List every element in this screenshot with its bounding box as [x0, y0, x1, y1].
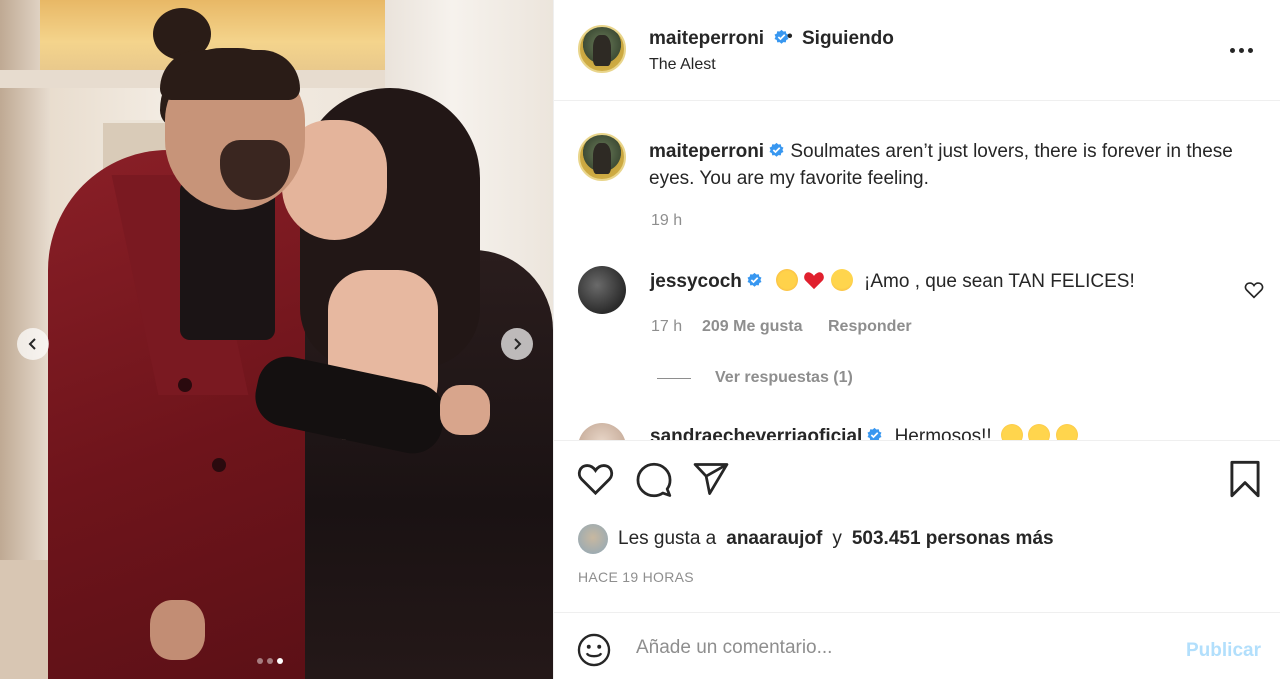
verified-badge-icon [769, 142, 784, 157]
liker-avatar[interactable] [578, 524, 608, 554]
comments-section: maiteperroni Soulmates aren’t just lover… [554, 101, 1280, 441]
comment-bubble-icon[interactable] [636, 462, 672, 498]
more-options-button[interactable] [1230, 40, 1256, 60]
carousel-dot [257, 658, 263, 664]
replies-divider [657, 378, 691, 379]
comment-input[interactable] [636, 635, 1156, 661]
username-text: maiteperroni [649, 28, 765, 49]
view-replies-button[interactable]: Ver respuestas (1) [715, 369, 853, 387]
likes-conjunction: y [832, 528, 842, 549]
next-photo-button[interactable] [501, 328, 533, 360]
like-heart-icon[interactable] [577, 462, 614, 496]
raising-hands-emoji-icon [776, 269, 799, 291]
comment-username[interactable]: jessycoch [650, 271, 742, 292]
chevron-left-icon [28, 338, 36, 350]
comment-text: Hermosos!! [894, 426, 992, 441]
red-heart-emoji-icon [804, 272, 825, 290]
avatar[interactable] [578, 25, 626, 73]
separator-dot: • [787, 28, 793, 45]
author-username[interactable]: maiteperroni [649, 28, 790, 50]
bookmark-save-icon[interactable] [1229, 460, 1261, 498]
emoji-picker-icon[interactable] [577, 633, 611, 667]
add-comment-bar: Publicar [554, 612, 1280, 679]
comment: jessycoch ¡Amo , que sean TAN FELICES! [650, 269, 1230, 295]
post-header: maiteperroni • Siguiendo The Alest [554, 0, 1280, 101]
following-button[interactable]: Siguiendo [802, 28, 894, 50]
share-send-icon[interactable] [693, 462, 729, 496]
more-dots-icon [1230, 47, 1235, 53]
reply-button[interactable]: Responder [828, 318, 912, 336]
comment-like-heart-icon[interactable] [1244, 281, 1264, 299]
carousel-indicator [257, 658, 283, 664]
liked-by-username[interactable]: anaaraujof [726, 528, 822, 550]
heart-eyes-emoji-icon [1001, 424, 1023, 440]
previous-photo-button[interactable] [17, 328, 49, 360]
caption-time[interactable]: 19 h [651, 212, 682, 230]
comment-username[interactable]: sandraecheverriaoficial [650, 426, 862, 440]
caption-avatar[interactable] [578, 133, 626, 181]
comment: sandraecheverriaoficial Hermosos!! [650, 424, 1078, 441]
action-bar [554, 441, 1280, 521]
heart-eyes-emoji-icon [1028, 424, 1051, 440]
commenter-avatar[interactable] [578, 266, 626, 314]
caption: maiteperroni Soulmates aren’t just lover… [649, 138, 1249, 192]
comment-time[interactable]: 17 h [651, 318, 682, 336]
comment-text: ¡Amo , que sean TAN FELICES! [864, 271, 1135, 292]
post-timestamp[interactable]: HACE 19 HORAS [578, 569, 694, 585]
post-sidebar: maiteperroni • Siguiendo The Alest maite… [553, 0, 1280, 679]
caption-username[interactable]: maiteperroni [649, 141, 764, 162]
post-photo[interactable] [0, 0, 553, 679]
instagram-post: maiteperroni • Siguiendo The Alest maite… [0, 0, 1280, 679]
likes-count-button[interactable]: 503.451 personas más [852, 528, 1054, 550]
carousel-dot [267, 658, 273, 664]
heart-eyes-emoji-icon [830, 269, 853, 291]
publish-button[interactable]: Publicar [1186, 640, 1261, 662]
comment-likes-count[interactable]: 209 Me gusta [702, 318, 802, 336]
heart-eyes-emoji-icon [1055, 424, 1078, 440]
carousel-dot-active [277, 658, 283, 664]
likes-prefix: Les gusta a [618, 528, 717, 549]
location-link[interactable]: The Alest [649, 56, 716, 74]
verified-badge-icon [867, 427, 882, 440]
chevron-right-icon [514, 338, 522, 350]
verified-badge-icon [747, 272, 762, 287]
commenter-avatar[interactable] [578, 423, 626, 440]
likes-summary: Les gusta a anaaraujof y 503.451 persona… [578, 524, 1054, 554]
